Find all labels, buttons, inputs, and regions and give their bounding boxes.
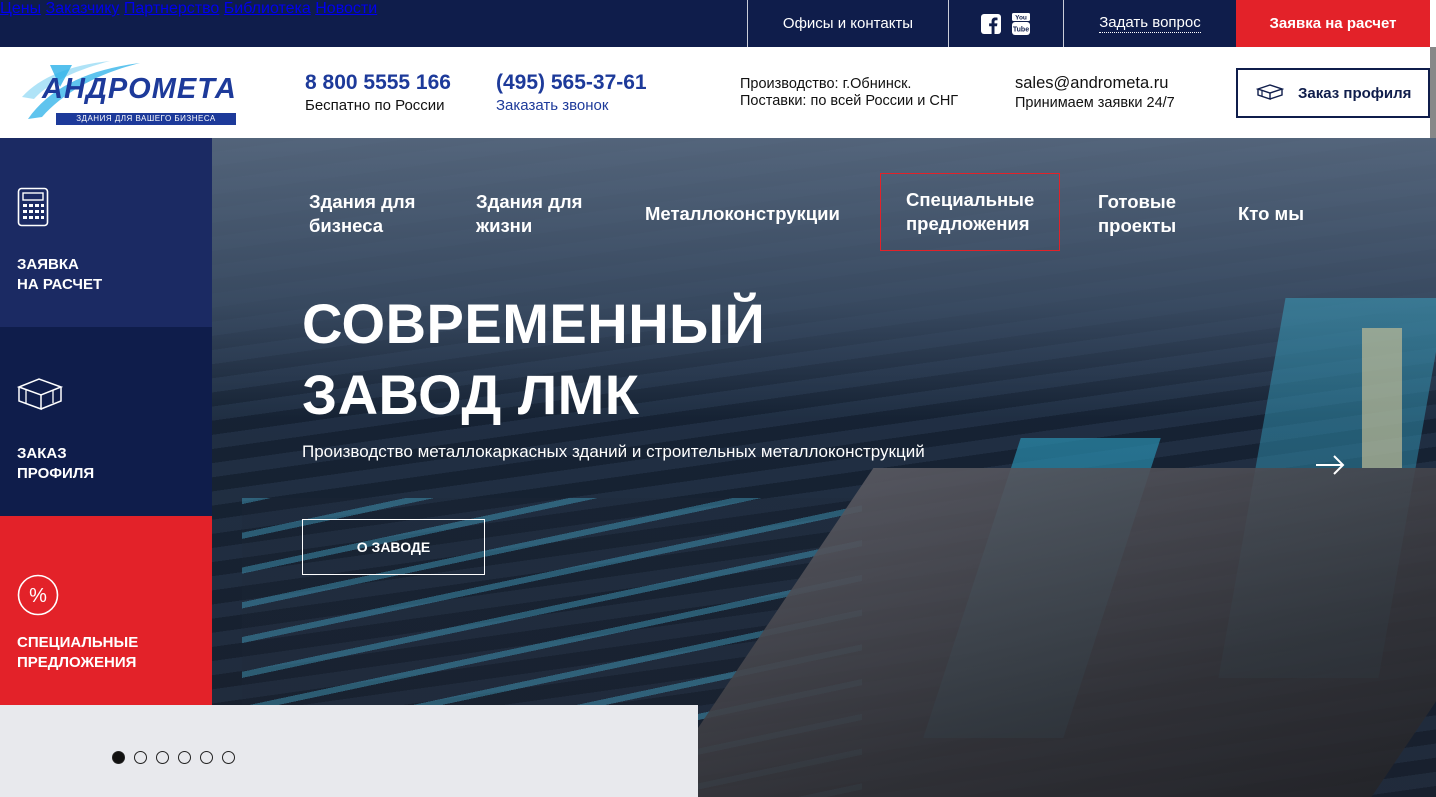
social-links: You Tube: [949, 0, 1063, 47]
hero-title-line: ЗАВОД ЛМК: [302, 363, 640, 426]
slide-dot[interactable]: [156, 751, 169, 764]
nav-link-prices[interactable]: Цены: [0, 0, 41, 17]
offices-contacts-link[interactable]: Офисы и контакты: [748, 0, 948, 47]
sidebar-special-offers[interactable]: % СПЕЦИАЛЬНЫЕ ПРЕДЛОЖЕНИЯ: [0, 516, 212, 705]
profile-icon: [17, 378, 63, 411]
hero-title-line: СОВРЕМЕННЫЙ: [302, 292, 766, 355]
email-link[interactable]: sales@andrometa.ru: [1015, 74, 1175, 93]
slide-dot[interactable]: [112, 751, 125, 764]
menu-item-about-us[interactable]: Кто мы: [1238, 202, 1304, 226]
free-phone-number[interactable]: 8 800 5555 166: [305, 71, 451, 95]
slider-pagination: [112, 751, 235, 764]
sidebar-label: ЗАЯВКА НА РАСЧЕТ: [17, 256, 103, 293]
percent-icon: %: [17, 574, 59, 616]
sidebar-order-profile[interactable]: ЗАКАЗ ПРОФИЛЯ: [0, 327, 212, 516]
slide-dot[interactable]: [134, 751, 147, 764]
profile-icon: [1256, 84, 1284, 100]
logo[interactable]: АНДРОМЕТА ЗДАНИЯ ДЛЯ ВАШЕГО БИЗНЕСА: [20, 57, 248, 125]
sidebar-label: ЗАКАЗ ПРОФИЛЯ: [17, 445, 95, 482]
hero-title: СОВРЕМЕННЫЙ ЗАВОД ЛМК: [302, 288, 765, 430]
about-factory-button[interactable]: О ЗАВОДЕ: [302, 519, 485, 575]
facebook-icon[interactable]: [981, 13, 1001, 34]
ask-question-link[interactable]: Задать вопрос: [1064, 0, 1236, 47]
menu-item-metal-structures[interactable]: Металлоконструкции: [645, 202, 840, 226]
request-quote-button[interactable]: Заявка на расчет: [1236, 0, 1430, 47]
hero-banner: Здания для бизнеса Здания для жизни Мета…: [212, 138, 1436, 797]
order-profile-button[interactable]: Заказ профиля: [1236, 68, 1430, 118]
main-menu: Здания для бизнеса Здания для жизни Мета…: [212, 138, 1436, 251]
ask-question-label: Задать вопрос: [1099, 14, 1201, 33]
svg-text:%: %: [29, 585, 47, 607]
sidebar-request-quote[interactable]: ЗАЯВКА НА РАСЧЕТ: [0, 138, 212, 327]
menu-item-business-buildings[interactable]: Здания для бизнеса: [309, 190, 415, 238]
slider-pagination-panel: [0, 705, 698, 797]
nav-link-partnership[interactable]: Партнерство: [124, 0, 219, 17]
svg-text:You: You: [1015, 14, 1027, 21]
email-note: Принимаем заявки 24/7: [1015, 95, 1175, 111]
logo-tagline: ЗДАНИЯ ДЛЯ ВАШЕГО БИЗНЕСА: [56, 113, 236, 125]
menu-item-special-offers[interactable]: Специальные предложения: [880, 173, 1061, 251]
scrollbar[interactable]: [1430, 47, 1436, 138]
calculator-icon: [17, 187, 49, 227]
sidebar-label: СПЕЦИАЛЬНЫЕ ПРЕДЛОЖЕНИЯ: [17, 634, 139, 671]
email-block: sales@andrometa.ru Принимаем заявки 24/7: [1015, 74, 1175, 111]
free-phone-note: Беспатно по России: [305, 97, 445, 114]
delivery-area: Поставки: по всей России и СНГ: [740, 93, 959, 109]
next-slide-arrow-icon[interactable]: [1314, 454, 1346, 476]
production-info: Производство: г.Обнинск. Поставки: по вс…: [740, 76, 958, 109]
slide-dot[interactable]: [178, 751, 191, 764]
moscow-phone-block: (495) 565-37-61 Заказать звонок: [496, 71, 647, 114]
menu-item-ready-projects[interactable]: Готовые проекты: [1098, 190, 1176, 238]
menu-item-residential-buildings[interactable]: Здания для жизни: [476, 190, 582, 238]
nav-link-customer[interactable]: Заказчику: [46, 0, 120, 17]
free-phone-block: 8 800 5555 166 Беспатно по России: [305, 71, 451, 114]
moscow-phone-number[interactable]: (495) 565-37-61: [496, 71, 647, 95]
nav-link-library[interactable]: Библиотека: [224, 0, 311, 17]
top-navbar: Цены Заказчику Партнерство Библиотека Но…: [0, 0, 1430, 47]
site-header: АНДРОМЕТА ЗДАНИЯ ДЛЯ ВАШЕГО БИЗНЕСА 8 80…: [0, 47, 1430, 138]
nav-link-news[interactable]: Новости: [315, 0, 377, 17]
background-panel: [1362, 328, 1402, 468]
order-profile-label: Заказ профиля: [1298, 84, 1412, 102]
request-callback-link[interactable]: Заказать звонок: [496, 97, 647, 114]
hero-subtitle: Производство металлокаркасных зданий и с…: [302, 442, 925, 461]
slide-dot[interactable]: [222, 751, 235, 764]
logo-text: АНДРОМЕТА: [42, 73, 237, 105]
production-location: Производство: г.Обнинск.: [740, 76, 912, 92]
youtube-icon[interactable]: You Tube: [1011, 12, 1031, 35]
slide-dot[interactable]: [200, 751, 213, 764]
svg-text:Tube: Tube: [1013, 26, 1029, 33]
